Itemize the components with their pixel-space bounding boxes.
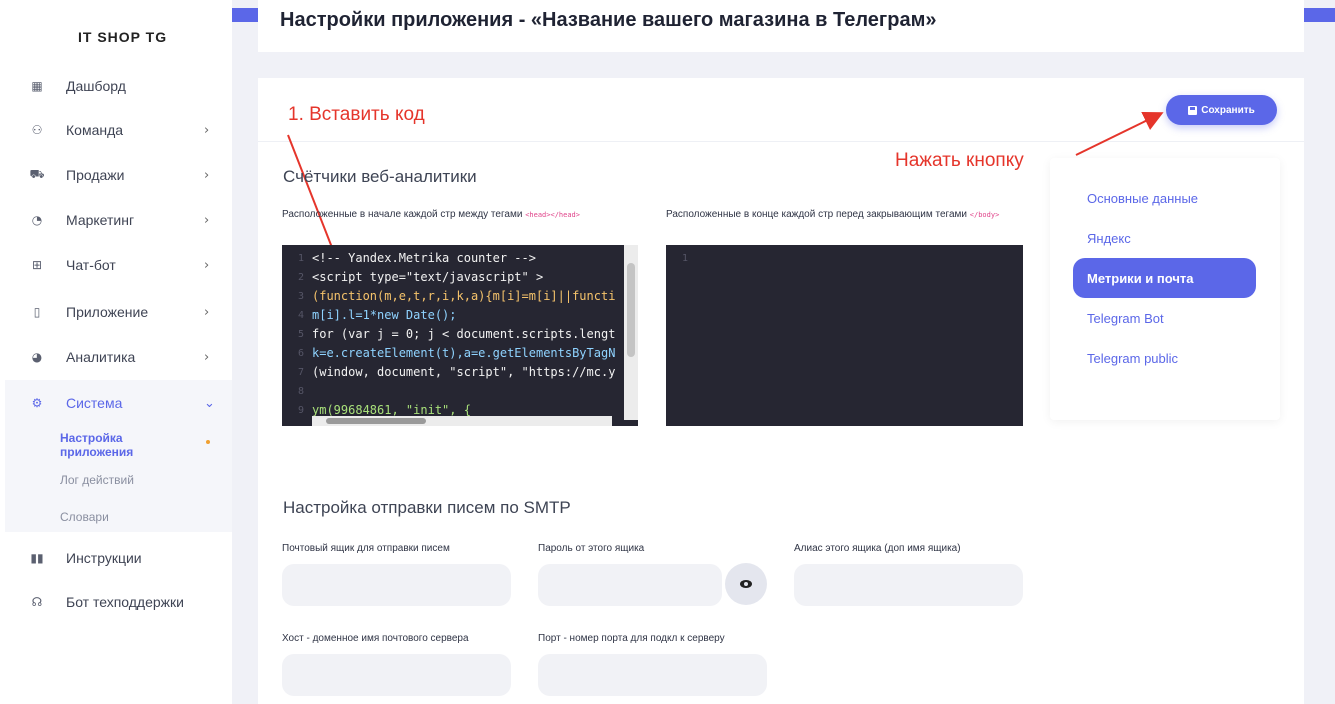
sidebar-item-sales[interactable]: ⛟ Продажи ›	[0, 155, 232, 195]
code-line: for (var j = 0; j < document.scripts.len…	[312, 327, 616, 341]
save-button-label: Сохранить	[1201, 104, 1255, 116]
chevron-right-icon: ›	[204, 122, 210, 138]
code-line: <script type="text/javascript" >	[312, 270, 544, 284]
password-input[interactable]	[538, 564, 722, 606]
sidebar-item-system[interactable]: ⚙ Система ⌄	[0, 383, 232, 423]
editor-horizontal-scrollbar[interactable]	[312, 416, 612, 426]
mailbox-input[interactable]	[282, 564, 511, 606]
sidebar-item-dashboard[interactable]: ▦ Дашборд	[0, 66, 232, 106]
pie-chart-icon: ◕	[31, 350, 43, 364]
chevron-right-icon: ›	[204, 304, 210, 320]
page-title: Настройки приложения - «Название вашего …	[280, 9, 937, 31]
tab-main-data[interactable]: Основные данные	[1073, 178, 1256, 218]
scrollbar-thumb[interactable]	[326, 418, 426, 424]
chevron-down-icon: ⌄	[204, 395, 215, 411]
code-line: m[i].l=1*new Date();	[312, 308, 457, 322]
host-input[interactable]	[282, 654, 511, 696]
sidebar-item-label: Бот техподдержки	[66, 594, 184, 610]
sidebar-item-label: Инструкции	[66, 550, 142, 566]
users-icon: ⚇	[31, 123, 43, 137]
header-accent-right	[1304, 8, 1335, 22]
brand-logo: IT SHOP TG	[78, 29, 168, 45]
mailbox-label: Почтовый ящик для отправки писем	[282, 543, 450, 554]
smtp-title: Настройка отправки писем по SMTP	[283, 498, 571, 517]
sidebar-subitem-action-log[interactable]: Лог действий	[60, 473, 134, 487]
sidebar-item-team[interactable]: ⚇ Команда ›	[0, 110, 232, 150]
tab-telegram-bot[interactable]: Telegram Bot	[1073, 298, 1256, 338]
sidebar-item-app[interactable]: ▯ Приложение ›	[0, 292, 232, 332]
sidebar-item-label: Чат-бот	[66, 257, 116, 273]
code-line: ym(99684861, "init", {	[312, 403, 471, 417]
chevron-right-icon: ›	[204, 349, 210, 365]
chevron-right-icon: ›	[204, 212, 210, 228]
sidebar-item-analytics[interactable]: ◕ Аналитика ›	[0, 337, 232, 377]
sidebar-item-label: Аналитика	[66, 349, 136, 365]
sidebar-item-marketing[interactable]: ◔ Маркетинг ›	[0, 200, 232, 240]
sidebar-item-label: Маркетинг	[66, 212, 135, 228]
sidebar-item-label: Приложение	[66, 304, 149, 320]
active-indicator-dot	[206, 440, 210, 444]
editor-vertical-scrollbar[interactable]	[624, 245, 638, 420]
code-line: (function(m,e,t,r,i,k,a){m[i]=m[i]||func…	[312, 289, 616, 303]
host-label: Хост - доменное имя почтового сервера	[282, 633, 469, 644]
tab-telegram-public[interactable]: Telegram public	[1073, 338, 1256, 378]
save-button[interactable]: Сохранить	[1166, 95, 1277, 125]
port-label: Порт - номер порта для подкл к серверу	[538, 633, 725, 644]
annotation-press-button: Нажать кнопку	[895, 150, 1024, 171]
sidebar-subitem-app-settings[interactable]: Настройка приложения	[60, 431, 170, 459]
head-code-editor[interactable]: 1 2 3 4 5 6 7 8 9 <!-- Yandex.Metrika co…	[282, 245, 638, 426]
scrollbar-thumb[interactable]	[627, 263, 635, 357]
sidebar-item-label: Команда	[66, 122, 124, 138]
sidebar-item-label: Продажи	[66, 167, 125, 183]
head-code-label: Расположенные в начале каждой стр между …	[282, 209, 580, 220]
alias-input[interactable]	[794, 564, 1023, 606]
show-password-button[interactable]	[725, 563, 767, 605]
eye-icon	[740, 580, 752, 588]
book-icon: ▮▮	[30, 551, 44, 565]
sidebar-item-label: Дашборд	[66, 78, 126, 94]
sidebar-item-support-bot[interactable]: ☊ Бот техподдержки	[0, 582, 232, 622]
grid-icon: ▦	[31, 79, 43, 93]
chevron-right-icon: ›	[204, 257, 210, 273]
sidebar-item-instructions[interactable]: ▮▮ Инструкции	[0, 538, 232, 578]
robot-icon: ⊞	[31, 258, 43, 272]
body-code-label: Расположенные в конце каждой стр перед з…	[666, 209, 1000, 220]
body-code-editor[interactable]: 1	[666, 245, 1023, 426]
sidebar-item-label: Система	[66, 395, 123, 411]
floppy-disk-icon	[1188, 105, 1198, 115]
password-label: Пароль от этого ящика	[538, 543, 645, 554]
analytics-title: Счётчики веб-аналитики	[283, 167, 477, 186]
tab-yandex[interactable]: Яндекс	[1073, 218, 1256, 258]
code-line: (window, document, "script", "https://mc…	[312, 365, 616, 379]
card-divider	[258, 141, 1304, 142]
headset-icon: ☊	[31, 595, 43, 609]
annotation-insert-code: 1. Вставить код	[288, 104, 425, 125]
megaphone-icon: ◔	[31, 213, 43, 227]
tab-metrics-mail[interactable]: Метрики и почта	[1073, 258, 1256, 298]
gears-icon: ⚙	[31, 396, 43, 410]
chevron-right-icon: ›	[204, 167, 210, 183]
alias-label: Алиас этого ящика (доп имя ящика)	[794, 543, 961, 554]
code-line: <!-- Yandex.Metrika counter -->	[312, 251, 536, 265]
sidebar-subitem-dictionaries[interactable]: Словари	[60, 510, 109, 524]
port-input[interactable]	[538, 654, 767, 696]
sidebar-item-chatbot[interactable]: ⊞ Чат-бот ›	[0, 245, 232, 285]
phone-icon: ▯	[33, 305, 41, 319]
header-accent-left	[232, 8, 258, 22]
code-line: k=e.createElement(t),a=e.getElementsByTa…	[312, 346, 616, 360]
cart-icon: ⛟	[29, 167, 45, 181]
